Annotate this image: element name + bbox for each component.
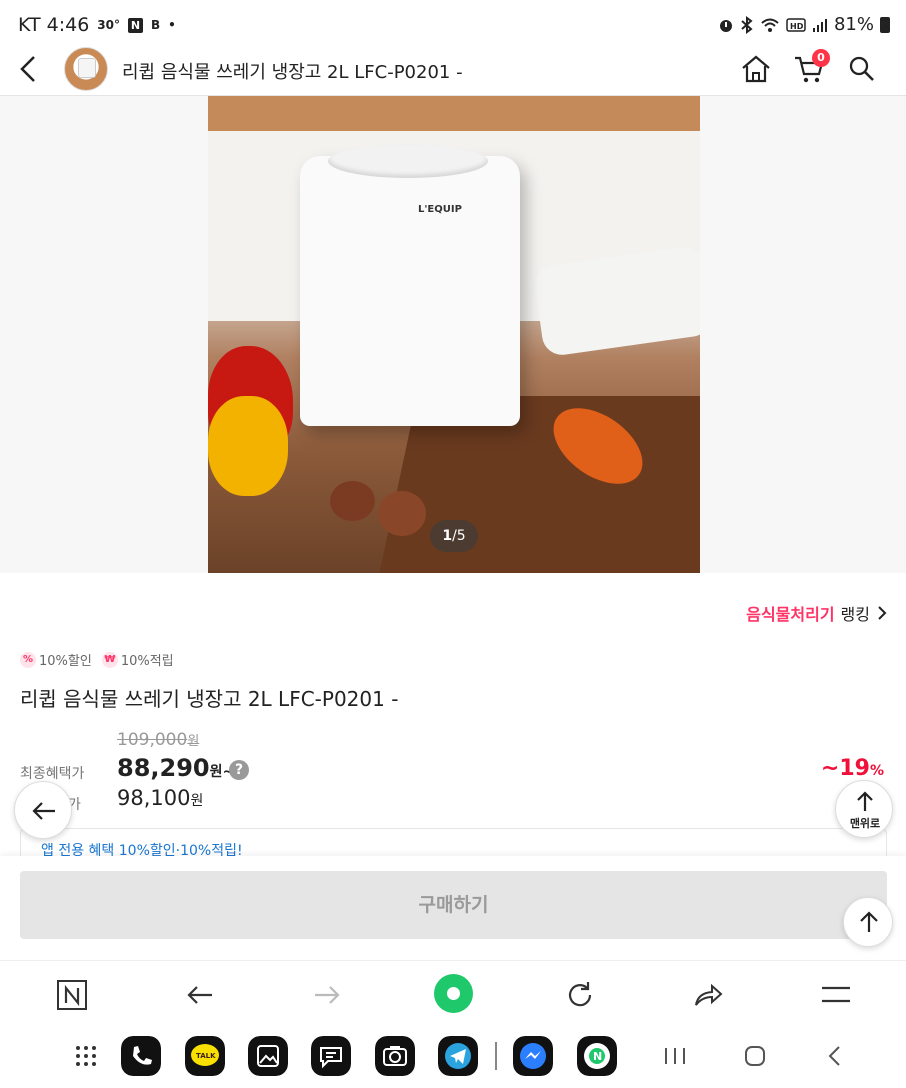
phone-app-icon[interactable] xyxy=(121,1036,161,1076)
b-notification-icon: B xyxy=(151,18,161,32)
wifi-icon xyxy=(761,18,779,32)
recent-apps-icon[interactable] xyxy=(660,1042,690,1070)
system-back-icon[interactable] xyxy=(820,1042,850,1070)
points-badge: ₩ 10%적립 xyxy=(101,650,174,669)
points-badge-label: 10%적립 xyxy=(120,654,174,669)
battery-icon xyxy=(880,16,890,33)
top-button-label: 맨위로 xyxy=(849,817,881,830)
product-title: 리큅 음식물 쓰레기 냉장고 2L LFC-P0201 - xyxy=(20,687,399,711)
messages-app-icon[interactable] xyxy=(311,1036,351,1076)
naver-n-icon[interactable] xyxy=(52,975,92,1015)
buy-button[interactable]: 구매하기 xyxy=(20,871,887,939)
sale-price-unit: 원 xyxy=(190,793,204,809)
naver-notification-icon: N xyxy=(128,17,143,33)
signal-icon xyxy=(812,18,827,32)
original-price-unit: 원 xyxy=(187,734,200,749)
won-icon: ₩ xyxy=(101,651,118,668)
back-icon[interactable] xyxy=(16,54,40,84)
gallery-app-icon[interactable] xyxy=(248,1036,288,1076)
naver-app-icon[interactable]: N xyxy=(577,1036,617,1076)
discount-rate-unit: % xyxy=(869,763,884,779)
product-thumbnail xyxy=(64,47,108,91)
floating-back-button[interactable] xyxy=(14,781,72,839)
app-header: 리큅 음식물 쓰레기 냉장고 2L LFC-P0201 - 0 xyxy=(0,47,906,96)
discount-badge: % 10%할인 xyxy=(20,650,92,669)
ranking-category: 음식물처리기 xyxy=(746,605,835,624)
telegram-app-icon[interactable] xyxy=(438,1036,478,1076)
taskbar-divider xyxy=(495,1042,497,1070)
svg-text:HD: HD xyxy=(790,22,804,31)
temperature: 30° xyxy=(97,18,120,32)
cart-count-badge: 0 xyxy=(812,49,830,67)
svg-text:N: N xyxy=(593,1050,602,1063)
browser-toolbar xyxy=(0,960,906,1026)
chevron-right-icon xyxy=(878,606,887,620)
final-price-value: 88,290 xyxy=(117,754,210,782)
search-icon[interactable] xyxy=(848,55,876,83)
alarm-icon xyxy=(719,19,732,32)
browser-back-icon[interactable] xyxy=(180,975,220,1015)
discount-badge-label: 10%할인 xyxy=(39,654,92,669)
price-help-icon[interactable]: ? xyxy=(229,760,249,780)
refresh-icon[interactable] xyxy=(560,975,600,1015)
status-bar: KT 4:46 30° N B • HD 81% xyxy=(0,0,906,52)
menu-icon[interactable] xyxy=(816,975,856,1015)
gallery-current-page: 1 xyxy=(442,528,453,544)
svg-text:TALK: TALK xyxy=(196,1052,216,1060)
naver-home-icon[interactable] xyxy=(434,974,473,1013)
home-button-icon[interactable] xyxy=(740,1042,770,1070)
sale-price-value: 98,100 xyxy=(117,786,191,810)
product-brand-logo: L'EQUIP xyxy=(418,204,462,215)
discount-rate: ~19% xyxy=(821,756,884,781)
arrow-up-icon xyxy=(857,791,873,811)
messenger-app-icon[interactable] xyxy=(513,1036,553,1076)
final-price-label: 최종혜택가 xyxy=(20,766,85,782)
floating-top-button[interactable]: 맨위로 xyxy=(835,780,893,838)
product-gallery[interactable]: L'EQUIP 1/5 xyxy=(0,96,906,573)
benefit-badges: % 10%할인 ₩ 10%적립 xyxy=(20,650,174,669)
purchase-bar: 구매하기 xyxy=(0,856,906,960)
arrow-left-icon xyxy=(32,802,55,820)
gallery-total-pages: /5 xyxy=(452,528,466,544)
bluetooth-icon xyxy=(741,15,753,34)
category-ranking-link[interactable]: 음식물처리기 랭킹 xyxy=(746,601,888,625)
android-taskbar: TALK N xyxy=(0,1026,906,1088)
sale-price: 98,100원 xyxy=(117,786,203,810)
app-drawer-icon[interactable] xyxy=(70,1036,110,1076)
battery-percent: 81% xyxy=(833,14,874,35)
share-icon[interactable] xyxy=(688,975,728,1015)
original-price: 109,000원 xyxy=(117,730,199,750)
scroll-to-top-button[interactable] xyxy=(843,897,893,947)
more-notifications-dot: • xyxy=(168,18,176,32)
header-title: 리큅 음식물 쓰레기 냉장고 2L LFC-P0201 - xyxy=(122,62,463,83)
gallery-page-indicator: 1/5 xyxy=(430,520,478,552)
hd-icon: HD xyxy=(786,17,806,32)
percent-icon: % xyxy=(20,651,36,668)
final-price: 88,290원~ xyxy=(117,754,234,782)
home-icon[interactable] xyxy=(740,54,772,84)
product-image[interactable]: L'EQUIP xyxy=(208,96,700,573)
arrow-up-icon xyxy=(860,911,878,932)
camera-app-icon[interactable] xyxy=(375,1036,415,1076)
ranking-suffix: 랭킹 xyxy=(840,605,870,624)
carrier-time: KT 4:46 xyxy=(18,14,90,36)
original-price-value: 109,000 xyxy=(117,730,188,750)
discount-rate-value: ~19 xyxy=(820,756,870,781)
browser-forward-icon[interactable] xyxy=(307,975,347,1015)
kakaotalk-app-icon[interactable]: TALK xyxy=(185,1036,225,1076)
